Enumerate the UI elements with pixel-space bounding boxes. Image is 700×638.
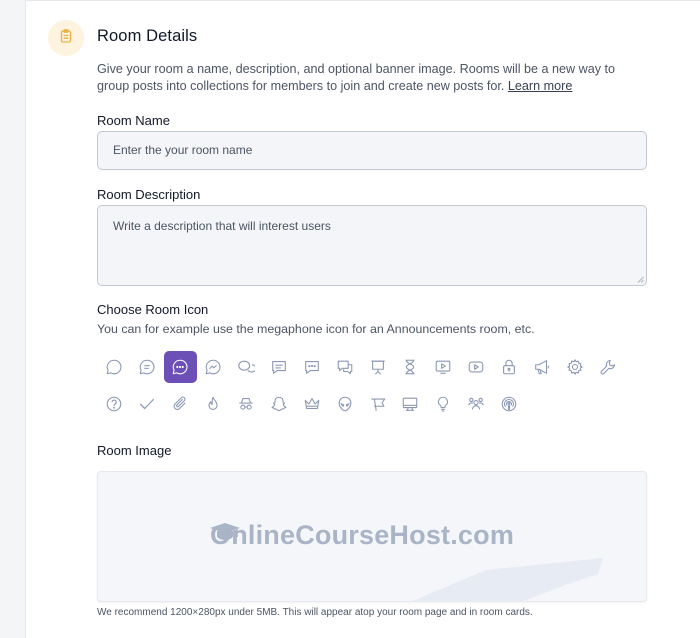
room-name-label: Room Name <box>97 113 170 128</box>
podcast-icon[interactable] <box>493 388 526 420</box>
messenger-icon[interactable] <box>197 351 230 383</box>
resize-handle-icon[interactable] <box>637 276 644 283</box>
crown-icon[interactable] <box>295 388 328 420</box>
conversation-icon[interactable] <box>328 351 361 383</box>
spy-icon[interactable] <box>230 388 263 420</box>
room-description-label: Room Description <box>97 187 201 202</box>
flame-icon[interactable] <box>197 388 230 420</box>
lightbulb-icon[interactable] <box>427 388 460 420</box>
page-title: Room Details <box>97 27 198 45</box>
room-name-input[interactable]: Enter the your room name <box>97 131 647 170</box>
chat-bubble-icon[interactable] <box>98 351 131 383</box>
paperclip-icon[interactable] <box>164 388 197 420</box>
header-icon-badge <box>48 20 84 56</box>
lock-icon[interactable] <box>493 351 526 383</box>
monitor-icon[interactable] <box>394 388 427 420</box>
clipboard-icon <box>58 28 74 49</box>
youtube-icon[interactable] <box>460 351 493 383</box>
wrench-icon[interactable] <box>591 351 624 383</box>
page-description: Give your room a name, description, and … <box>97 61 637 95</box>
megaphone-icon[interactable] <box>526 351 559 383</box>
banner-logo-text: OnlineCourseHost.com <box>210 520 515 550</box>
check-icon[interactable] <box>131 388 164 420</box>
flag-icon[interactable] <box>361 388 394 420</box>
chat-lines-icon[interactable] <box>131 351 164 383</box>
learn-more-link[interactable]: Learn more <box>508 79 572 93</box>
comment-lines-icon[interactable] <box>262 351 295 383</box>
alien-icon[interactable] <box>328 388 361 420</box>
room-description-placeholder: Write a description that will interest u… <box>113 219 331 233</box>
video-play-icon[interactable] <box>427 351 460 383</box>
room-image-label: Room Image <box>97 443 172 458</box>
room-image-upload[interactable]: OnlineCourseHost.com <box>97 471 647 602</box>
icon-picker-row-2 <box>98 388 526 420</box>
chats-icon[interactable] <box>230 351 263 383</box>
icon-picker-row-1 <box>98 351 624 383</box>
room-icon-subtext: You can for example use the megaphone ic… <box>97 322 535 336</box>
comment-dots-icon[interactable] <box>295 351 328 383</box>
users-icon[interactable] <box>460 388 493 420</box>
hourglass-icon[interactable] <box>394 351 427 383</box>
room-image-hint: We recommend 1200×280px under 5MB. This … <box>97 607 533 618</box>
room-description-textarea[interactable]: Write a description that will interest u… <box>97 205 647 286</box>
question-icon[interactable] <box>98 388 131 420</box>
snapchat-icon[interactable] <box>262 388 295 420</box>
room-icon-label: Choose Room Icon <box>97 302 209 317</box>
presentation-icon[interactable] <box>361 351 394 383</box>
message-dots-icon[interactable] <box>163 351 197 383</box>
gear-icon[interactable] <box>558 351 591 383</box>
